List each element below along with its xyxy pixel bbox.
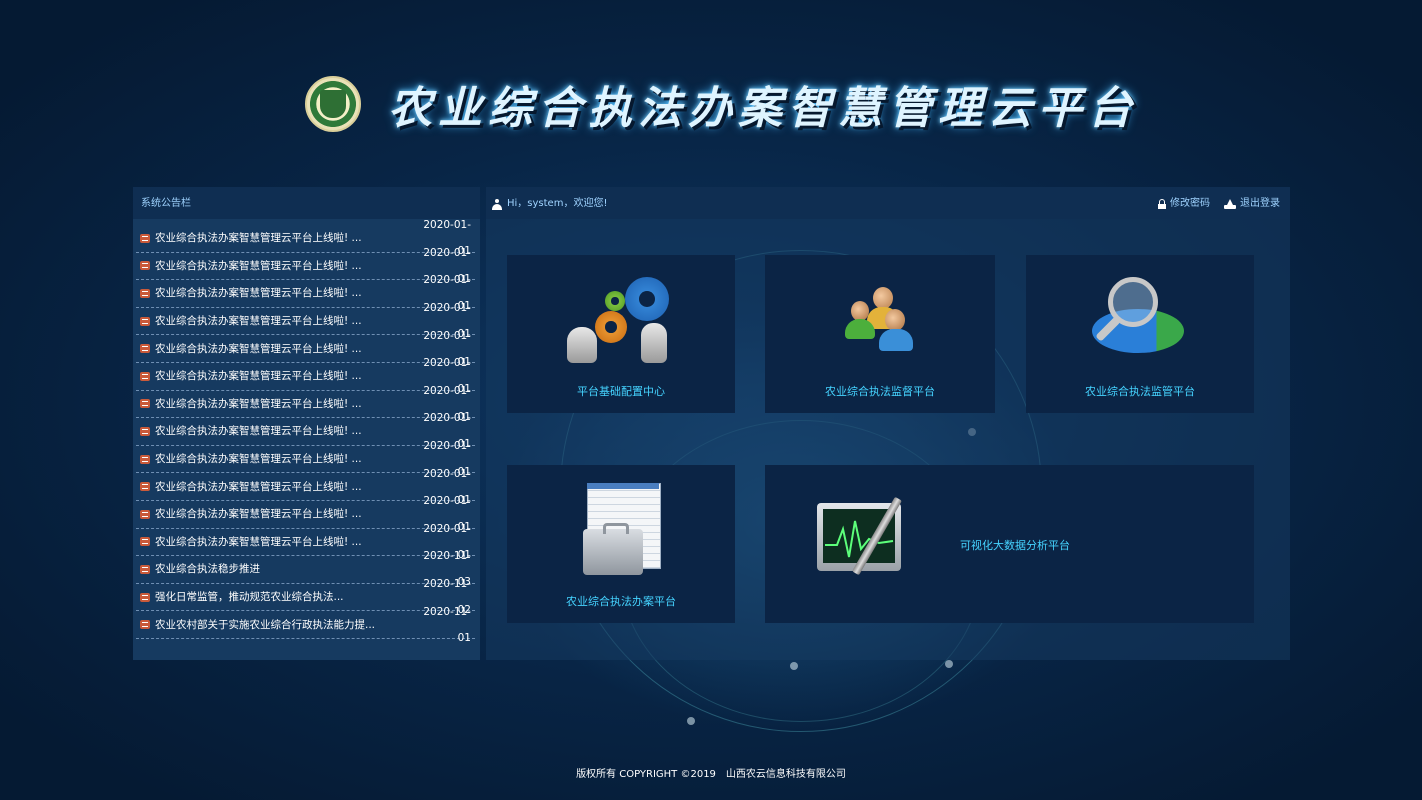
notice-icon — [140, 371, 150, 381]
notice-icon — [140, 316, 150, 326]
logo — [305, 76, 361, 132]
notice-text: 农业农村部关于实施农业综合行政执法能力提... — [155, 618, 376, 631]
tile-label: 农业综合执法监督平台 — [825, 385, 935, 398]
notice-icon — [140, 399, 150, 409]
notice-icon — [140, 233, 150, 243]
notice-icon — [140, 592, 150, 602]
eject-icon — [1224, 199, 1236, 209]
notice-text: 农业综合执法办案智慧管理云平台上线啦! ... — [155, 508, 362, 521]
notice-item[interactable]: 农业农村部关于实施农业综合行政执法能力提... 2020-11-01 — [136, 606, 475, 642]
notice-icon — [140, 261, 150, 271]
notice-icon — [140, 288, 150, 298]
notice-text: 强化日常监管，推动规范农业综合执法... — [155, 591, 344, 604]
notice-text: 农业综合执法办案智慧管理云平台上线啦! ... — [155, 315, 362, 328]
gears-icon — [565, 277, 675, 367]
change-password-label: 修改密码 — [1170, 198, 1210, 209]
globe-node — [687, 717, 695, 725]
greeting-text: Hi，system，欢迎您! — [507, 198, 608, 209]
tile-label: 可视化大数据分析平台 — [960, 539, 1070, 552]
shield-emblem-icon — [320, 90, 346, 118]
footer-copyright: 版权所有 COPYRIGHT ©2019 山西农云信息科技有限公司 — [576, 769, 846, 780]
users-icon — [845, 287, 917, 353]
notice-list[interactable]: 农业综合执法办案智慧管理云平台上线啦! ... 2020-01-01 农业综合执法办… — [136, 219, 475, 642]
notice-icon — [140, 454, 150, 464]
pie-magnifier-icon — [1086, 271, 1186, 367]
notice-date: 2020-11-01 — [423, 605, 471, 642]
account-links: 修改密码 退出登录 — [1158, 187, 1280, 221]
tile-enforcement-regulation[interactable]: 农业综合执法监管平台 — [1026, 255, 1254, 413]
notice-icon — [140, 620, 150, 630]
notice-text: 农业综合执法稳步推进 — [155, 563, 260, 576]
notice-text: 农业综合执法办案智慧管理云平台上线啦! ... — [155, 453, 362, 466]
notice-text: 农业综合执法办案智慧管理云平台上线啦! ... — [155, 535, 362, 548]
user-icon — [492, 198, 502, 210]
notice-text: 农业综合执法办案智慧管理云平台上线啦! ... — [155, 342, 362, 355]
notice-text: 农业综合执法办案智慧管理云平台上线啦! ... — [155, 480, 362, 493]
greeting: Hi，system，欢迎您! — [492, 187, 607, 221]
tile-label: 平台基础配置中心 — [577, 385, 665, 398]
notice-icon — [140, 426, 150, 436]
user-bar: Hi，system，欢迎您! 修改密码 退出登录 — [486, 187, 1290, 219]
lock-icon — [1158, 199, 1166, 209]
notice-panel-title: 系统公告栏 — [133, 187, 480, 219]
notice-icon — [140, 564, 150, 574]
notice-icon — [140, 344, 150, 354]
notice-panel: 系统公告栏 农业综合执法办案智慧管理云平台上线啦! ... 2020-01-01 农… — [133, 187, 480, 660]
notice-icon — [140, 482, 150, 492]
logout-label: 退出登录 — [1240, 198, 1280, 209]
tile-big-data-analysis[interactable]: 可视化大数据分析平台 — [765, 465, 1254, 623]
notice-icon — [140, 509, 150, 519]
notice-text: 农业综合执法办案智慧管理云平台上线啦! ... — [155, 287, 362, 300]
globe-node — [790, 662, 798, 670]
tile-enforcement-supervision[interactable]: 农业综合执法监督平台 — [765, 255, 995, 413]
change-password-link[interactable]: 修改密码 — [1158, 187, 1210, 221]
notice-text: 农业综合执法办案智慧管理云平台上线啦! ... — [155, 425, 362, 438]
notice-icon — [140, 537, 150, 547]
tile-case-handling[interactable]: 农业综合执法办案平台 — [507, 465, 735, 623]
tile-label: 农业综合执法监管平台 — [1085, 385, 1195, 398]
toolbox-spreadsheet-icon — [583, 483, 663, 579]
notice-text: 农业综合执法办案智慧管理云平台上线啦! ... — [155, 397, 362, 410]
monitor-chart-icon — [817, 493, 909, 583]
tile-label: 农业综合执法办案平台 — [566, 595, 676, 608]
tile-platform-config[interactable]: 平台基础配置中心 — [507, 255, 735, 413]
logout-link[interactable]: 退出登录 — [1224, 187, 1280, 221]
page-title: 农业综合执法办案智慧管理云平台 — [388, 83, 1138, 134]
notice-text: 农业综合执法办案智慧管理云平台上线啦! ... — [155, 370, 362, 383]
notice-text: 农业综合执法办案智慧管理云平台上线啦! ... — [155, 259, 362, 272]
notice-text: 农业综合执法办案智慧管理云平台上线啦! ... — [155, 232, 362, 245]
globe-node — [945, 660, 953, 668]
